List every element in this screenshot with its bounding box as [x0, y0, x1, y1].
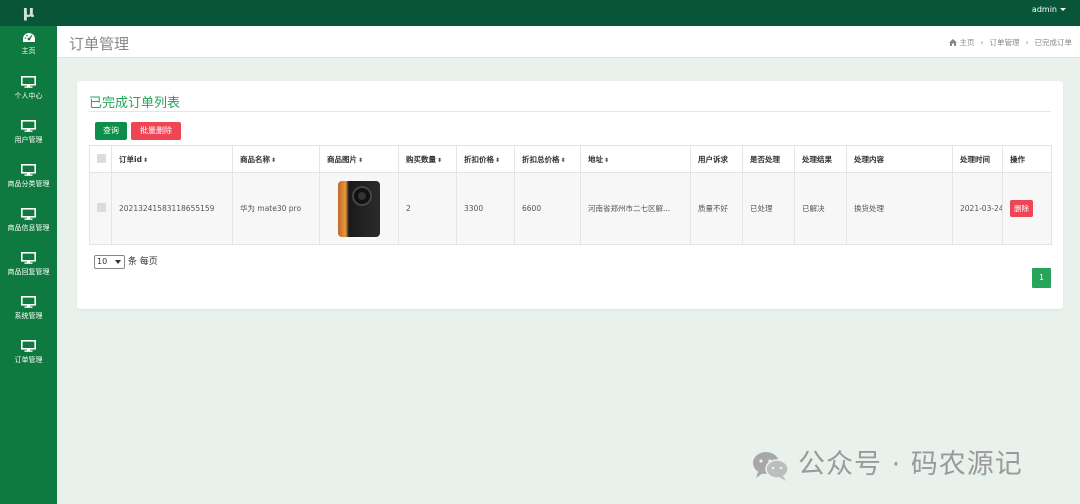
product-image: [338, 180, 380, 237]
page-header: 订单管理 主页 › 订单管理 › 已完成订单: [57, 26, 1080, 58]
monitor-icon: [21, 340, 36, 352]
sidebar-item-label: 商品回复管理: [7, 268, 50, 276]
card-title: 已完成订单列表: [89, 96, 181, 111]
cell-processed-time: 2021-03-24 15:12:27: [952, 172, 1003, 245]
select-all-checkbox-cell[interactable]: [89, 145, 112, 173]
monitor-icon: [21, 120, 36, 132]
home-icon: [949, 39, 958, 46]
cell-order-id: 20213241583118655159: [111, 172, 233, 245]
breadcrumb-separator: ›: [980, 38, 984, 47]
monitor-icon: [21, 252, 36, 264]
cell-complaint: 质量不好: [690, 172, 743, 245]
col-product-image[interactable]: 商品图片⬍: [319, 145, 399, 173]
cell-product-image: [319, 172, 399, 245]
breadcrumb: 主页 › 订单管理 › 已完成订单: [949, 37, 1072, 48]
sidebar-item-label: 商品分类管理: [7, 180, 50, 188]
monitor-icon: [21, 296, 36, 308]
sidebar-item-replies[interactable]: 商品回复管理: [0, 246, 57, 290]
sidebar-item-categories[interactable]: 商品分类管理: [0, 158, 57, 202]
delete-button[interactable]: 删除: [1010, 200, 1033, 217]
sidebar: 主页 个人中心 用户管理 商品分类管理 商品信息管理 商品回复管理 系统管理 订…: [0, 26, 57, 504]
col-address[interactable]: 地址⬍: [580, 145, 691, 173]
page-button-current[interactable]: 1: [1032, 268, 1051, 288]
breadcrumb-current: 已完成订单: [1034, 38, 1073, 47]
sort-icon: ⬍: [271, 156, 277, 164]
col-discount-price[interactable]: 折扣价格⬍: [456, 145, 515, 173]
sort-icon: ⬍: [495, 156, 501, 164]
caret-down-icon: [1060, 8, 1066, 11]
sidebar-item-products[interactable]: 商品信息管理: [0, 202, 57, 246]
sort-icon: ⬍: [604, 156, 610, 164]
sidebar-item-orders[interactable]: 订单管理: [0, 334, 57, 378]
col-processed-time: 处理时间: [952, 145, 1003, 173]
brand-logo[interactable]: μ: [0, 0, 57, 26]
page-size-suffix: 条 每页: [127, 257, 158, 267]
user-name: admin: [1031, 5, 1057, 14]
orders-table: 订单id⬍ 商品名称⬍ 商品图片⬍ 购买数量⬍ 折扣价格⬍ 折扣总价格⬍ 地址⬍…: [89, 145, 1052, 245]
monitor-icon: [21, 208, 36, 220]
sidebar-item-label: 订单管理: [14, 356, 43, 364]
cell-address: 河南省郑州市二七区解...: [580, 172, 691, 245]
wechat-icon: [753, 451, 789, 481]
col-discount-total[interactable]: 折扣总价格⬍: [514, 145, 581, 173]
sidebar-item-label: 用户管理: [14, 136, 43, 144]
watermark: 公众号 · 码农源记: [752, 442, 1023, 482]
watermark-text: 公众号 · 码农源记: [798, 449, 1023, 480]
page-title: 订单管理: [69, 35, 130, 53]
cell-quantity: 2: [398, 172, 457, 245]
monitor-icon: [21, 164, 36, 176]
breadcrumb-section[interactable]: 订单管理: [990, 38, 1020, 47]
sidebar-item-label: 系统管理: [14, 312, 43, 320]
sort-icon: ⬍: [560, 156, 566, 164]
col-content: 处理内容: [846, 145, 953, 173]
sidebar-item-profile[interactable]: 个人中心: [0, 70, 57, 114]
page-size-control: 10 条 每页: [94, 254, 158, 269]
col-quantity[interactable]: 购买数量⬍: [398, 145, 457, 173]
row-checkbox-cell[interactable]: [89, 172, 112, 245]
table-header-row: 订单id⬍ 商品名称⬍ 商品图片⬍ 购买数量⬍ 折扣价格⬍ 折扣总价格⬍ 地址⬍…: [89, 145, 1052, 173]
sort-icon: ⬍: [358, 156, 364, 164]
row-checkbox[interactable]: [97, 203, 106, 212]
table-row: 20213241583118655159 华为 mate30 pro 2 330…: [89, 172, 1052, 245]
camera-module: [352, 185, 372, 206]
divider: [89, 111, 1051, 112]
sort-icon: ⬍: [437, 156, 443, 164]
query-button[interactable]: 查询: [95, 122, 127, 140]
sidebar-item-users[interactable]: 用户管理: [0, 114, 57, 158]
page-size-select[interactable]: 10: [94, 254, 125, 269]
breadcrumb-separator: ›: [1025, 38, 1029, 47]
col-processed: 是否处理: [742, 145, 795, 173]
sidebar-item-system[interactable]: 系统管理: [0, 290, 57, 334]
cell-discount-total: 6600: [514, 172, 581, 245]
cell-processed: 已处理: [742, 172, 795, 245]
select-all-checkbox[interactable]: [97, 153, 106, 163]
cell-result: 已解决: [794, 172, 847, 245]
sidebar-item-label: 个人中心: [14, 92, 43, 100]
sidebar-item-home[interactable]: 主页: [0, 26, 57, 70]
cell-action: 删除: [1002, 172, 1052, 245]
top-navbar: μ admin: [0, 0, 1080, 26]
batch-delete-button[interactable]: 批量删除: [131, 122, 181, 140]
user-menu[interactable]: admin: [1032, 0, 1066, 26]
cell-content: 换货处理: [846, 172, 953, 245]
col-product-name[interactable]: 商品名称⬍: [232, 145, 320, 173]
sidebar-item-label: 商品信息管理: [7, 224, 50, 232]
cell-product-name: 华为 mate30 pro: [232, 172, 320, 245]
sidebar-item-label: 主页: [21, 47, 36, 55]
breadcrumb-home[interactable]: 主页: [960, 38, 975, 47]
col-result: 处理结果: [794, 145, 847, 173]
sort-icon: ⬍: [142, 156, 148, 164]
cell-discount-price: 3300: [456, 172, 515, 245]
col-complaint: 用户诉求: [690, 145, 743, 173]
col-order-id[interactable]: 订单id⬍: [111, 145, 233, 173]
monitor-icon: [21, 76, 36, 88]
dashboard-icon: [22, 33, 35, 42]
col-action: 操作: [1002, 145, 1052, 173]
